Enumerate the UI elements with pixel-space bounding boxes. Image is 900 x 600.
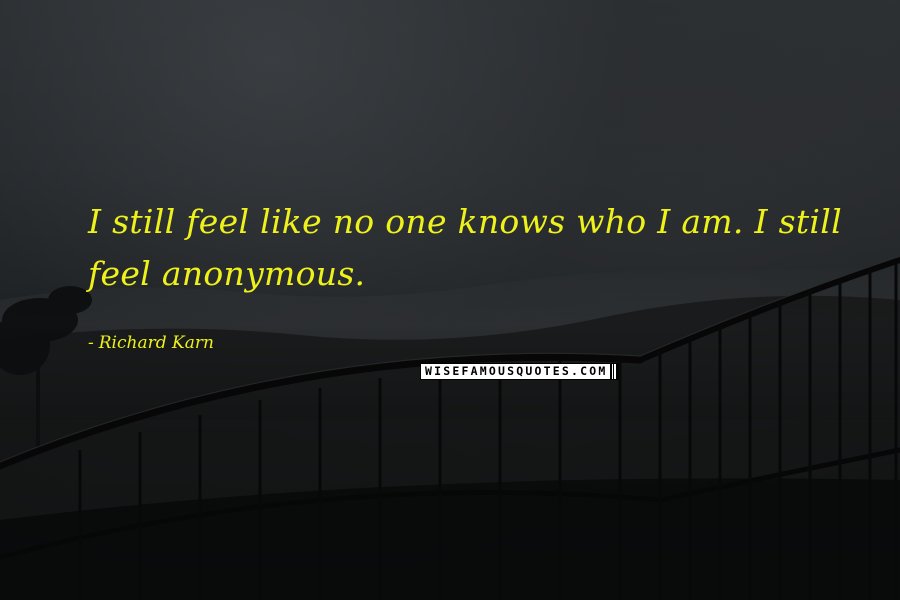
quote-author: - Richard Karn bbox=[88, 333, 214, 353]
night-city-railing-image bbox=[0, 255, 900, 600]
barcode-icon bbox=[610, 364, 618, 379]
author-name: Richard Karn bbox=[98, 333, 214, 353]
brand-text: WISEFAMOUSQUOTES.COM bbox=[421, 364, 611, 379]
author-dash: - bbox=[88, 333, 94, 353]
quote-text: I still feel like no one knows who I am.… bbox=[88, 202, 842, 293]
brand-logo: WISEFAMOUSQUOTES.COM bbox=[420, 363, 619, 380]
quote-image: I still feel like no one knows who I am.… bbox=[0, 0, 900, 600]
